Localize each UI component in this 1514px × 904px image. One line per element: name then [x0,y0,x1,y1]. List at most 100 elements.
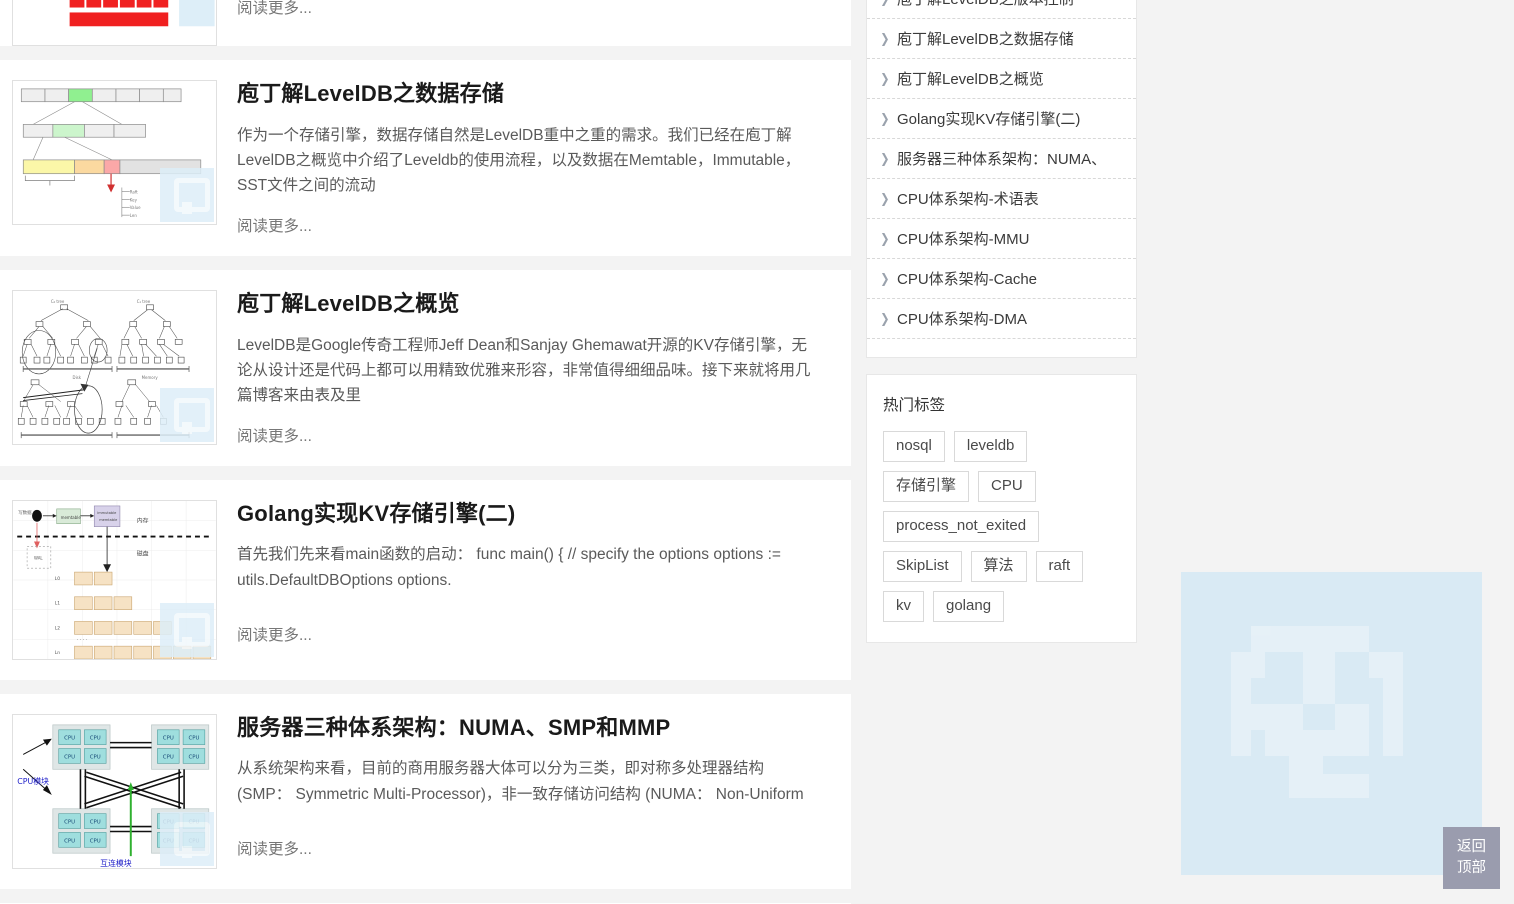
card-separator [0,255,851,270]
article-title[interactable]: 庖丁解LevelDB之数据存储 [237,80,817,109]
tag-item[interactable]: nosql [883,431,945,462]
placeholder-glyph-icon [1231,626,1403,798]
card-separator [0,679,851,694]
svg-text:Value: Value [130,205,141,210]
svg-text:CPU: CPU [188,736,199,742]
article-title[interactable]: 庖丁解LevelDB之概览 [237,290,817,319]
card-separator [0,465,851,480]
svg-text:L0: L0 [55,576,60,582]
sidebar-item-recent[interactable]: ❯ CPU体系架构-MMU [867,219,1136,259]
svg-text:CPU: CPU [163,736,174,742]
article-card[interactable]: CPU CPU CPU CPU CPU CPU CPU CPU CPU CPU CPU CP… [0,693,851,889]
svg-text:Key: Key [130,197,138,202]
back-to-top-line2: 顶部 [1457,860,1486,876]
article-card-partial-top[interactable]: 阅读更多... [0,0,851,46]
sidebar: ❯ 庖丁解LevelDB之版本控制 ❯ 庖丁解LevelDB之数据存储 ❯ 庖丁… [866,0,1137,643]
card-separator [0,888,851,903]
svg-text:C₁ tree: C₁ tree [137,299,151,304]
read-more-link[interactable]: 阅读更多... [237,623,817,645]
svg-text:immutable: immutable [97,511,116,515]
read-more-link[interactable]: 阅读更多... [237,424,817,446]
chevron-right-icon: ❯ [880,231,890,246]
sidebar-item-label: CPU体系架构-MMU [897,231,1030,248]
sidebar-item-label: CPU体系架构-Cache [897,271,1038,288]
tag-item[interactable]: leveldb [953,431,1028,462]
red-blocks-diagram [13,0,216,45]
article-title[interactable]: 服务器三种体系架构：NUMA、SMP和MMP [237,714,817,743]
sidebar-item-recent[interactable]: ❯ CPU体系架构-Cache [867,259,1136,299]
svg-text:L1: L1 [55,601,60,607]
article-title[interactable]: Golang实现KV存储引擎(二) [237,500,817,529]
article-thumbnail[interactable]: C₀ tree C₁ tree Disk Memory [12,289,217,445]
sidebar-item-recent[interactable]: ❯ 庖丁解LevelDB之概览 [867,59,1136,99]
sidebar-item-recent[interactable]: ❯ Golang实现KV存储引擎(二) [867,99,1136,139]
article-body: 庖丁解LevelDB之数据存储 作为一个存储引擎，数据存储自然是LevelDB重… [217,80,851,236]
read-more-link[interactable]: 阅读更多... [237,214,817,236]
article-thumbnail[interactable] [12,0,217,46]
sidebar-item-label: CPU体系架构-DMA [897,311,1027,328]
article-thumbnail[interactable]: 写数据 memtable immutable memtable 内存 WAL 磁… [12,499,217,660]
tag-item[interactable]: kv [883,591,924,622]
read-more-link[interactable]: 阅读更多... [237,0,312,18]
tag-item[interactable]: 存储引擎 [883,471,970,502]
recent-posts-panel: ❯ 庖丁解LevelDB之版本控制 ❯ 庖丁解LevelDB之数据存储 ❯ 庖丁… [866,0,1137,358]
svg-text:CPU: CPU [90,754,101,760]
chevron-right-icon: ❯ [880,271,890,286]
image-placeholder-block [1181,572,1482,875]
article-summary: 从系统架构来看，目前的商用服务器大体可以分为三类，即对称多处理器结构 (SMP：… [237,760,804,803]
svg-text:CPU: CPU [90,838,101,844]
page-root: 阅读更多... Raft Key Value Len 庖丁解LevelDB之数据… [0,0,1514,904]
svg-text:CPU: CPU [90,736,101,742]
tag-item[interactable]: CPU [978,471,1036,502]
image-watermark [160,168,214,222]
sidebar-item-recent[interactable]: ❯ CPU体系架构-DMA [867,299,1136,339]
svg-text:Raft: Raft [130,189,138,194]
tag-item[interactable]: 算法 [970,551,1027,582]
tag-item[interactable]: process_not_exited [883,511,1040,542]
article-card[interactable]: 写数据 memtable immutable memtable 内存 WAL 磁… [0,479,851,680]
image-watermark [160,387,214,442]
svg-text:memtable: memtable [61,515,82,520]
svg-text:内存: 内存 [137,517,149,525]
chevron-right-icon: ❯ [880,311,890,326]
image-watermark [160,602,214,657]
sidebar-item-recent[interactable]: ❯ 服务器三种体系架构：NUMA、 [867,139,1136,179]
article-summary: LevelDB是Google传奇工程师Jeff Dean和Sanjay Ghem… [237,336,811,404]
back-to-top-button[interactable]: 返回 顶部 [1443,827,1500,889]
svg-text:CPU: CPU [188,754,199,760]
svg-text:Len: Len [130,213,138,218]
svg-text:Memory: Memory [142,375,159,380]
svg-text:写数据: 写数据 [18,509,32,516]
svg-text:CPU: CPU [64,838,75,844]
sidebar-item-recent[interactable]: ❯ CPU体系架构-术语表 [867,179,1136,219]
svg-text:WAL: WAL [34,555,43,560]
article-thumbnail[interactable]: Raft Key Value Len [12,80,217,225]
sidebar-item-label: Golang实现KV存储引擎(二) [897,111,1081,128]
sidebar-item-label: 庖丁解LevelDB之数据存储 [897,31,1074,48]
article-summary: 首先我们先来看main函数的启动： func main() { // speci… [237,546,781,589]
tag-item[interactable]: golang [933,591,1005,622]
article-body: 庖丁解LevelDB之概览 LevelDB是Google传奇工程师Jeff De… [217,290,851,446]
sidebar-item-recent[interactable]: ❯ 庖丁解LevelDB之数据存储 [867,19,1136,59]
svg-text:CPU: CPU [64,736,75,742]
tags-panel-title: 热门标签 [883,397,946,414]
svg-text:Disk: Disk [73,375,82,380]
article-card[interactable]: Raft Key Value Len 庖丁解LevelDB之数据存储 作为一个存… [0,60,851,256]
image-watermark [160,811,214,866]
svg-text:磁盘: 磁盘 [137,549,149,557]
tags-panel: 热门标签 nosql leveldb 存储引擎 CPU process_not_… [866,374,1137,643]
article-card[interactable]: C₀ tree C₁ tree Disk Memory 庖丁解LevelDB之概… [0,269,851,466]
chevron-right-icon: ❯ [880,0,894,5]
sidebar-item-recent[interactable]: ❯ 庖丁解LevelDB之版本控制 [867,0,1136,19]
tag-list: nosql leveldb 存储引擎 CPU process_not_exite… [883,431,1120,622]
chevron-right-icon: ❯ [880,111,890,126]
svg-text:CPU: CPU [163,754,174,760]
read-more-link[interactable]: 阅读更多... [237,837,817,859]
tag-item[interactable]: raft [1035,551,1084,582]
back-to-top-line1: 返回 [1457,838,1486,855]
article-list: 阅读更多... Raft Key Value Len 庖丁解LevelDB之数据… [0,0,851,904]
chevron-right-icon: ❯ [880,191,890,206]
tag-item[interactable]: SkipList [883,551,962,582]
sidebar-item-label: 庖丁解LevelDB之版本控制 [897,0,1074,9]
article-thumbnail[interactable]: CPU CPU CPU CPU CPU CPU CPU CPU CPU CPU CPU CP… [12,713,217,869]
